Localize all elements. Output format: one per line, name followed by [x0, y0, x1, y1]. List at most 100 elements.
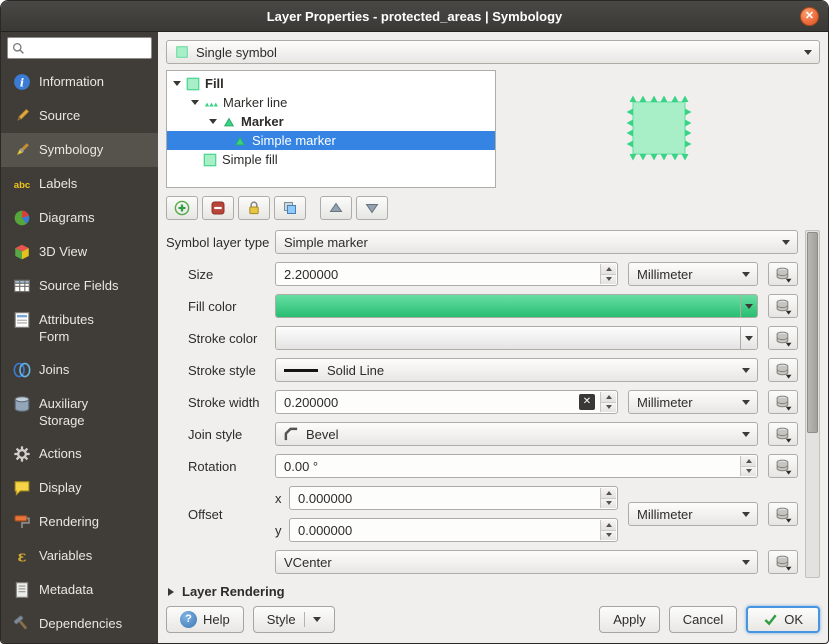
apply-button[interactable]: Apply: [599, 606, 660, 633]
variables-icon: ε: [13, 547, 31, 565]
tree-item-marker[interactable]: Marker: [167, 112, 495, 131]
data-defined-override-icon: [775, 330, 792, 347]
fill-color-override-button[interactable]: [768, 294, 798, 318]
symbol-layer-type-dropdown[interactable]: Simple marker: [275, 230, 798, 254]
sidebar-item-rendering[interactable]: Rendering: [1, 505, 158, 539]
style-menu-button[interactable]: Style: [253, 606, 335, 633]
sidebar-item-3d-view[interactable]: 3D View: [1, 235, 158, 269]
renderer-dropdown[interactable]: Single symbol: [166, 40, 820, 64]
help-button[interactable]: ? Help: [166, 606, 244, 633]
sidebar-item-information[interactable]: i Information: [1, 65, 158, 99]
close-icon[interactable]: ✕: [800, 7, 819, 26]
spin-up-button[interactable]: [601, 264, 616, 275]
arrow-down-icon: [364, 200, 380, 216]
tree-item-simple-fill[interactable]: Simple fill: [167, 150, 495, 169]
sidebar-item-joins[interactable]: Joins: [1, 353, 158, 387]
sidebar-item-source-fields[interactable]: Source Fields: [1, 269, 158, 303]
size-unit-dropdown[interactable]: Millimeter: [628, 262, 758, 286]
chevron-down-icon: [742, 512, 750, 517]
move-down-button[interactable]: [356, 196, 388, 220]
spin-down-button[interactable]: [741, 467, 756, 477]
lock-color-button[interactable]: [238, 196, 270, 220]
rotation-label: Rotation: [166, 459, 275, 474]
source-icon: [13, 107, 31, 125]
sidebar-item-source[interactable]: Source: [1, 99, 158, 133]
dialog-button-box: ? Help Style Apply Cancel: [166, 606, 820, 633]
spin-down-button[interactable]: [601, 275, 616, 285]
fill-color-menu-arrow[interactable]: [740, 295, 757, 317]
stroke-color-menu-arrow[interactable]: [740, 327, 757, 349]
sidebar-item-dependencies[interactable]: Dependencies: [1, 607, 158, 641]
layer-rendering-section[interactable]: Layer Rendering: [166, 584, 820, 599]
spin-down-button[interactable]: [601, 403, 616, 413]
spin-up-button[interactable]: [601, 520, 616, 531]
stroke-style-row: Stroke style Solid Line: [166, 358, 798, 382]
spin-down-button[interactable]: [601, 531, 616, 541]
offset-row: Offset x 0.000000: [166, 486, 798, 542]
stroke-width-unit-dropdown[interactable]: Millimeter: [628, 390, 758, 414]
sidebar-item-diagrams[interactable]: Diagrams: [1, 201, 158, 235]
sidebar-item-attributes-form[interactable]: Attributes Form: [1, 303, 158, 353]
sidebar-search: [7, 37, 152, 59]
join-style-override-button[interactable]: [768, 422, 798, 446]
sidebar-item-auxiliary-storage[interactable]: Auxiliary Storage: [1, 387, 158, 437]
simple-fill-icon: [203, 153, 217, 167]
stroke-color-override-button[interactable]: [768, 326, 798, 350]
chevron-down-icon: [742, 368, 750, 373]
clear-field-icon[interactable]: ✕: [579, 394, 595, 410]
tree-item-fill[interactable]: Fill: [167, 74, 495, 93]
size-spinbox[interactable]: 2.200000: [275, 262, 618, 286]
anchor-override-button[interactable]: [768, 550, 798, 574]
expander-icon[interactable]: [191, 100, 199, 105]
add-icon: [174, 200, 190, 216]
offset-y-spinbox[interactable]: 0.000000: [289, 518, 618, 542]
fill-color-button[interactable]: [275, 294, 758, 318]
data-defined-override-icon: [775, 266, 792, 283]
sidebar-item-display[interactable]: Display: [1, 471, 158, 505]
stroke-color-button[interactable]: [275, 326, 758, 350]
cancel-button[interactable]: Cancel: [669, 606, 737, 633]
form-scrollbar[interactable]: [805, 230, 820, 578]
sidebar-search-input[interactable]: [29, 41, 147, 55]
data-defined-override-icon: [775, 394, 792, 411]
anchor-point-dropdown[interactable]: VCenter: [275, 550, 758, 574]
scrollbar-thumb[interactable]: [807, 232, 818, 433]
offset-x-spinbox[interactable]: 0.000000: [289, 486, 618, 510]
symbol-layer-tree: Fill Marker line Marke: [166, 70, 496, 188]
offset-override-button[interactable]: [768, 502, 798, 526]
stroke-style-label: Stroke style: [166, 363, 275, 378]
spin-up-button[interactable]: [601, 392, 616, 403]
stroke-style-override-button[interactable]: [768, 358, 798, 382]
sidebar-item-metadata[interactable]: Metadata: [1, 573, 158, 607]
stroke-color-swatch: [276, 327, 740, 349]
expander-icon[interactable]: [209, 119, 217, 124]
marker-line-icon: [204, 96, 218, 110]
size-override-button[interactable]: [768, 262, 798, 286]
tree-item-marker-line[interactable]: Marker line: [167, 93, 495, 112]
spin-down-button[interactable]: [601, 499, 616, 509]
rotation-spinbox[interactable]: 0.00 °: [275, 454, 758, 478]
move-up-button[interactable]: [320, 196, 352, 220]
sidebar-item-variables[interactable]: ε Variables: [1, 539, 158, 573]
expander-icon[interactable]: [173, 81, 181, 86]
titlebar[interactable]: Layer Properties - protected_areas | Sym…: [1, 1, 828, 32]
ok-button[interactable]: OK: [746, 606, 820, 633]
add-symbol-layer-button[interactable]: [166, 196, 198, 220]
rotation-override-button[interactable]: [768, 454, 798, 478]
remove-icon: [210, 200, 226, 216]
duplicate-symbol-layer-button[interactable]: [274, 196, 306, 220]
join-style-dropdown[interactable]: Bevel: [275, 422, 758, 446]
sidebar-item-labels[interactable]: abc Labels: [1, 167, 158, 201]
spin-up-button[interactable]: [741, 456, 756, 467]
stroke-style-dropdown[interactable]: Solid Line: [275, 358, 758, 382]
sidebar-item-actions[interactable]: Actions: [1, 437, 158, 471]
tree-item-simple-marker[interactable]: Simple marker: [167, 131, 495, 150]
stroke-width-spinbox[interactable]: 0.200000 ✕: [275, 390, 618, 414]
stroke-width-override-button[interactable]: [768, 390, 798, 414]
chevron-down-icon: [313, 617, 321, 622]
offset-unit-dropdown[interactable]: Millimeter: [628, 502, 758, 526]
sidebar-item-symbology[interactable]: Symbology: [1, 133, 158, 167]
join-style-row: Join style Bevel: [166, 422, 798, 446]
remove-symbol-layer-button[interactable]: [202, 196, 234, 220]
spin-up-button[interactable]: [601, 488, 616, 499]
